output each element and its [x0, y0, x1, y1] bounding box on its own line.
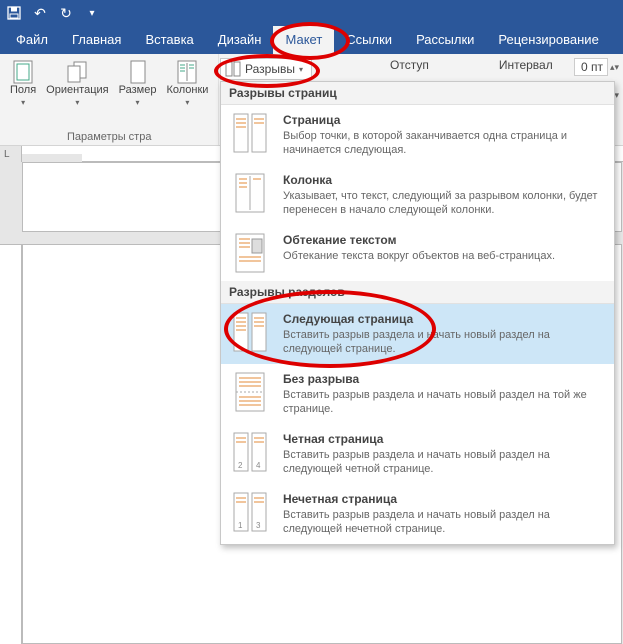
size-label: Размер — [119, 84, 157, 96]
undo-icon[interactable]: ↶ — [32, 5, 48, 21]
svg-text:3: 3 — [256, 521, 261, 530]
margins-icon — [12, 60, 34, 82]
chevron-down-icon: ▾ — [21, 98, 25, 107]
break-odd-page-desc: Вставить разрыв раздела и начать новый р… — [283, 508, 604, 536]
break-next-page-title: Следующая страница — [283, 312, 604, 326]
break-column-desc: Указывает, что текст, следующий за разры… — [283, 189, 604, 217]
orientation-icon — [66, 60, 88, 82]
tab-home[interactable]: Главная — [60, 26, 133, 54]
tab-review[interactable]: Рецензирование — [486, 26, 610, 54]
break-continuous-desc: Вставить разрыв раздела и начать новый р… — [283, 388, 604, 416]
columns-icon — [176, 60, 198, 82]
break-odd-page-title: Нечетная страница — [283, 492, 604, 506]
continuous-break-icon — [231, 372, 269, 412]
size-button[interactable]: Размер ▾ — [115, 58, 161, 109]
ribbon-tabs: Файл Главная Вставка Дизайн Макет Ссылки… — [0, 26, 623, 54]
quick-access-toolbar: ↶ ↻ ▾ — [0, 0, 623, 26]
break-even-page-desc: Вставить разрыв раздела и начать новый р… — [283, 448, 604, 476]
break-page-title: Страница — [283, 113, 604, 127]
orientation-label: Ориентация — [46, 84, 108, 96]
tab-insert[interactable]: Вставка — [133, 26, 205, 54]
ruler-vertical[interactable] — [0, 162, 22, 571]
break-continuous[interactable]: Без разрыва Вставить разрыв раздела и на… — [221, 364, 614, 424]
break-even-page[interactable]: 24 Четная страница Вставить разрыв разде… — [221, 424, 614, 484]
page-setup-group: Поля ▾ Ориентация ▾ Размер ▾ Колонки ▾ П… — [0, 54, 219, 145]
tab-layout[interactable]: Макет — [273, 26, 334, 54]
save-icon[interactable] — [6, 5, 22, 21]
page-setup-group-label: Параметры стра — [6, 129, 212, 143]
break-page[interactable]: Страница Выбор точки, в которой заканчив… — [221, 105, 614, 165]
redo-icon[interactable]: ↻ — [58, 5, 74, 21]
breaks-dropdown: Разрывы страниц Страница Выбор точки, в … — [220, 81, 615, 545]
margins-button[interactable]: Поля ▾ — [6, 58, 40, 109]
break-next-page-desc: Вставить разрыв раздела и начать новый р… — [283, 328, 604, 356]
section-section-breaks: Разрывы разделов — [221, 281, 614, 304]
margins-label: Поля — [10, 84, 36, 96]
break-continuous-title: Без разрыва — [283, 372, 604, 386]
tab-stop-marker[interactable]: L — [0, 149, 10, 160]
svg-text:2: 2 — [238, 461, 243, 470]
spacing-before-value: 0 пт — [574, 58, 608, 76]
tab-design[interactable]: Дизайн — [206, 26, 274, 54]
size-icon — [127, 60, 149, 82]
breaks-label: Разрывы — [245, 62, 295, 76]
svg-text:1: 1 — [238, 521, 243, 530]
break-odd-page[interactable]: 13 Нечетная страница Вставить разрыв раз… — [221, 484, 614, 544]
break-textwrap-title: Обтекание текстом — [283, 233, 604, 247]
break-even-page-title: Четная страница — [283, 432, 604, 446]
chevron-down-icon: ▾ — [299, 65, 303, 74]
tab-mailings[interactable]: Рассылки — [404, 26, 486, 54]
indent-label: Отступ — [390, 58, 429, 72]
break-column-title: Колонка — [283, 173, 604, 187]
chevron-down-icon: ▾ — [136, 98, 140, 107]
break-textwrap[interactable]: Обтекание текстом Обтекание текста вокру… — [221, 225, 614, 281]
spacing-label: Интервал — [499, 58, 553, 72]
breaks-button[interactable]: Разрывы ▾ — [220, 58, 312, 80]
breaks-icon — [225, 61, 241, 77]
columns-label: Колонки — [166, 84, 208, 96]
spacing-before-stepper[interactable]: 0 пт▴▾ — [574, 58, 619, 76]
tab-references[interactable]: Ссылки — [334, 26, 404, 54]
stepper-icon: ▴▾ — [610, 62, 619, 73]
break-next-page[interactable]: Следующая страница Вставить разрыв разде… — [221, 304, 614, 364]
chevron-down-icon: ▾ — [185, 98, 189, 107]
textwrap-break-icon — [231, 233, 269, 273]
even-page-break-icon: 24 — [231, 432, 269, 472]
tab-file[interactable]: Файл — [4, 26, 60, 54]
chevron-down-icon: ▾ — [75, 98, 79, 107]
break-page-desc: Выбор точки, в которой заканчивается одн… — [283, 129, 604, 157]
break-textwrap-desc: Обтекание текста вокруг объектов на веб-… — [283, 249, 604, 263]
next-page-break-icon — [231, 312, 269, 352]
break-column[interactable]: Колонка Указывает, что текст, следующий … — [221, 165, 614, 225]
columns-button[interactable]: Колонки ▾ — [162, 58, 212, 109]
svg-text:4: 4 — [256, 461, 261, 470]
page-break-icon — [231, 113, 269, 153]
section-page-breaks: Разрывы страниц — [221, 82, 614, 105]
odd-page-break-icon: 13 — [231, 492, 269, 532]
qat-dropdown-icon[interactable]: ▾ — [84, 5, 100, 21]
column-break-icon — [231, 173, 269, 213]
orientation-button[interactable]: Ориентация ▾ — [42, 58, 112, 109]
